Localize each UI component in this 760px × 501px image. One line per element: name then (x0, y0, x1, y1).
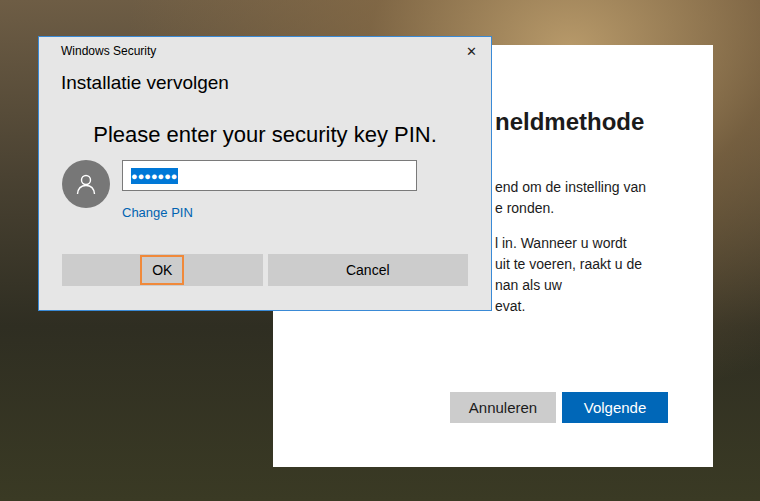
setup-line: end om de instelling van (495, 177, 683, 198)
setup-title: neldmethode (495, 107, 683, 137)
setup-line: evat. (495, 296, 683, 317)
pin-field[interactable]: ●●●●●●● (122, 160, 417, 191)
setup-line: uit te voeren, raakt u de (495, 254, 683, 275)
title-bar: Windows Security ✕ (39, 37, 491, 65)
pin-column: ●●●●●●● Change PIN (122, 160, 417, 222)
dialog-button[interactable]: OK (62, 254, 263, 286)
close-button[interactable]: ✕ (466, 44, 477, 59)
pin-prompt: Please enter your security key PIN. (39, 120, 491, 150)
setup-button[interactable]: Volgende (562, 392, 668, 423)
setup-body: end om de instelling vane ronden. l in. W… (495, 177, 683, 331)
pin-row: ●●●●●●● Change PIN (62, 160, 491, 222)
setup-paragraph: l in. Wanneer u wordtuit te voeren, raak… (495, 233, 683, 317)
pin-value: ●●●●●●● (131, 168, 178, 184)
person-icon (75, 173, 97, 195)
dialog-button[interactable]: Cancel (268, 254, 469, 286)
security-dialog: Windows Security ✕ Installatie vervolgen Pl… (38, 36, 492, 311)
dialog-button-row: OK Cancel (39, 254, 491, 286)
desktop: neldmethode end om de instelling vane ron… (0, 0, 760, 501)
setup-line: l in. Wanneer u wordt (495, 233, 683, 254)
button-label: Cancel (334, 255, 402, 285)
setup-paragraph: end om de instelling vane ronden. (495, 177, 683, 219)
setup-button[interactable]: Annuleren (450, 392, 556, 423)
change-pin-link[interactable]: Change PIN (122, 204, 417, 222)
button-label: OK (140, 255, 184, 285)
setup-line: nan als uw (495, 275, 683, 296)
user-avatar-icon (62, 160, 110, 208)
dialog-heading: Installatie vervolgen (61, 70, 491, 96)
setup-line: e ronden. (495, 198, 683, 219)
dialog-title: Windows Security (61, 44, 156, 58)
setup-button-row: AnnulerenVolgende (273, 392, 668, 423)
